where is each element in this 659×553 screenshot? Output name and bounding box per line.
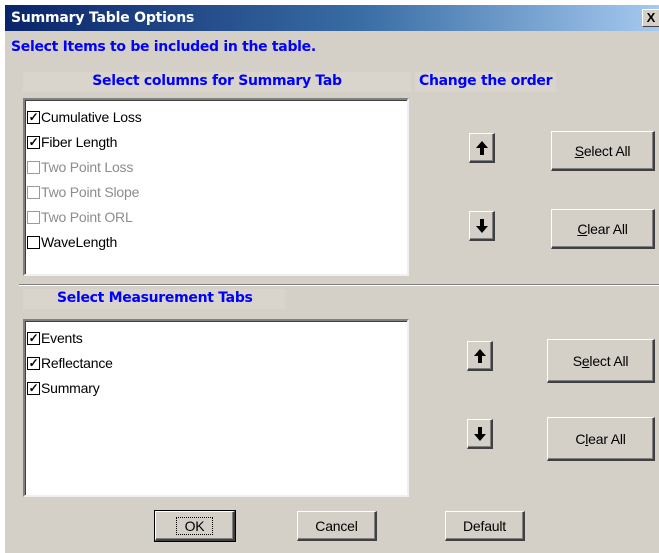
column-item-label: WaveLength: [41, 234, 118, 250]
summary-table-options-dialog: Summary Table Options X Select Items to …: [4, 4, 659, 553]
change-order-heading: Change the order: [415, 72, 557, 92]
instruction-label: Select Items to be included in the table…: [11, 39, 316, 55]
checkbox-checked-icon[interactable]: ✓: [27, 135, 40, 149]
measurement-move-down-button[interactable]: [467, 419, 493, 449]
columns-clear-all-mnemonic: C: [577, 220, 588, 237]
measurement-heading: Select Measurement Tabs: [23, 289, 285, 309]
column-item-label: Two Point Loss: [41, 159, 134, 175]
measurement-tab-item[interactable]: ✓ Summary: [27, 377, 100, 399]
close-button[interactable]: X: [642, 9, 659, 27]
measurement-select-all-button[interactable]: Se lect All: [547, 339, 655, 383]
columns-move-down-button[interactable]: [469, 211, 495, 241]
window-title: Summary Table Options: [11, 10, 195, 26]
measurement-clear-all-button[interactable]: Cl ear All: [547, 417, 655, 461]
measurement-clear-all-prefix: C: [575, 430, 586, 447]
measurement-tab-item-label: Summary: [41, 380, 100, 396]
columns-clear-all-button[interactable]: Clear All: [551, 209, 655, 249]
checkbox-checked-icon[interactable]: ✓: [27, 331, 40, 345]
ok-button[interactable]: OK: [154, 510, 236, 542]
checkbox-checked-icon[interactable]: ✓: [27, 381, 40, 395]
cancel-button[interactable]: Cancel: [297, 511, 377, 541]
measurement-move-up-button[interactable]: [467, 341, 493, 371]
columns-move-up-button[interactable]: [469, 133, 495, 163]
columns-clear-all-label: lear All: [587, 220, 628, 237]
title-bar[interactable]: Summary Table Options X: [5, 5, 659, 31]
columns-listbox[interactable]: ✓ Cumulative Loss ✓ Fiber Length Two Point L…: [23, 98, 409, 276]
column-item-label: Two Point ORL: [41, 209, 133, 225]
checkbox-unchecked-icon[interactable]: [27, 235, 40, 249]
columns-heading: Select columns for Summary Tab: [23, 72, 411, 92]
measurement-select-all-label: lect All: [589, 352, 629, 369]
measurement-tab-item[interactable]: ✓ Events: [27, 327, 83, 349]
columns-select-all-button[interactable]: Select All: [551, 131, 655, 171]
column-item[interactable]: Two Point Loss: [27, 156, 133, 178]
column-item[interactable]: ✓ Cumulative Loss: [27, 106, 142, 128]
checkbox-unchecked-icon[interactable]: [27, 185, 40, 199]
measurement-select-all-prefix: S: [572, 352, 582, 369]
columns-select-all-mnemonic: S: [574, 142, 584, 159]
measurement-tab-item-label: Reflectance: [41, 355, 113, 371]
checkbox-checked-icon[interactable]: ✓: [27, 110, 40, 124]
checkbox-unchecked-icon[interactable]: [27, 160, 40, 174]
arrow-down-icon: [475, 218, 488, 233]
columns-select-all-label: elect All: [583, 142, 631, 159]
column-item[interactable]: ✓ Fiber Length: [27, 131, 117, 153]
measurement-clear-all-label: ear All: [588, 430, 626, 447]
column-item-label: Two Point Slope: [41, 184, 140, 200]
checkbox-checked-icon[interactable]: ✓: [27, 356, 40, 370]
measurement-tab-item[interactable]: ✓ Reflectance: [27, 352, 113, 374]
column-item[interactable]: Two Point Slope: [27, 181, 139, 203]
section-divider: [19, 284, 659, 286]
arrow-down-icon: [473, 426, 486, 441]
measurement-tab-item-label: Events: [41, 330, 83, 346]
column-item[interactable]: Two Point ORL: [27, 206, 133, 228]
column-item[interactable]: WaveLength: [27, 231, 117, 253]
default-button[interactable]: Default: [445, 511, 525, 541]
column-item-label: Cumulative Loss: [41, 109, 142, 125]
arrow-up-icon: [475, 140, 488, 155]
measurement-select-all-mnemonic: e: [581, 352, 590, 369]
ok-label: OK: [175, 516, 214, 535]
measurement-listbox[interactable]: ✓ Events ✓ Reflectance ✓ Summary: [23, 319, 409, 497]
arrow-up-icon: [473, 348, 486, 363]
checkbox-unchecked-icon[interactable]: [27, 210, 40, 224]
column-item-label: Fiber Length: [41, 134, 118, 150]
